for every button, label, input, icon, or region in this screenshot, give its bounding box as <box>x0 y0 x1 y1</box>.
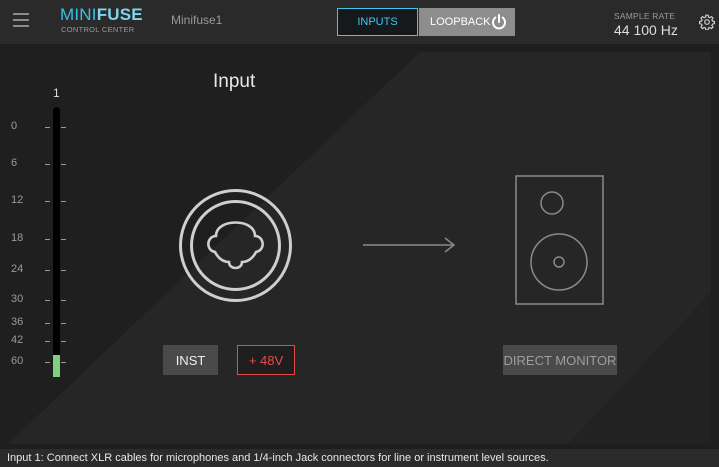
top-bar: MINIFUSE CONTROL CENTER Minifuse1 INPUTS… <box>0 0 719 44</box>
device-name: Minifuse1 <box>171 13 223 27</box>
gear-icon[interactable] <box>699 14 715 30</box>
status-bar: Input 1: Connect XLR cables for micropho… <box>0 449 719 467</box>
meter-tick <box>45 362 50 363</box>
meter-tick <box>45 323 50 324</box>
meter-scale-label: 42 <box>11 334 24 346</box>
meter-tick <box>61 239 66 240</box>
meter-tick <box>61 270 66 271</box>
meter-tick <box>61 341 66 342</box>
xlr-combo-jack-icon <box>179 189 292 302</box>
meter-tick <box>61 362 66 363</box>
meter-scale-label: 0 <box>11 120 18 132</box>
logo-mini: MINI <box>60 5 97 24</box>
input-title: Input <box>213 71 256 92</box>
level-meter-fill <box>53 355 60 377</box>
tab-inputs-label: INPUTS <box>357 16 398 28</box>
meter-scale-label: 60 <box>11 355 24 367</box>
power-icon <box>492 14 506 30</box>
meter-tick <box>45 300 50 301</box>
input-panel <box>8 52 711 444</box>
hamburger-menu-icon[interactable] <box>13 13 29 27</box>
meter-tick <box>45 127 50 128</box>
meter-scale-label: 6 <box>11 157 18 169</box>
logo-fuse: FUSE <box>96 5 143 24</box>
speaker-monitor-icon <box>515 175 604 305</box>
meter-tick <box>61 164 66 165</box>
meter-tick <box>61 127 66 128</box>
meter-scale-label: 18 <box>11 232 24 244</box>
tab-inputs[interactable]: INPUTS <box>337 8 418 36</box>
meter-scale-label: 12 <box>11 194 24 206</box>
meter-tick <box>61 300 66 301</box>
inst-button[interactable]: INST <box>163 345 218 375</box>
meter-tick <box>61 201 66 202</box>
meter-tick <box>45 270 50 271</box>
meter-scale-label: 36 <box>11 316 24 328</box>
meter-tick <box>61 323 66 324</box>
sample-rate-value[interactable]: 44 100 Hz <box>614 22 678 38</box>
meter-tick <box>45 341 50 342</box>
sample-rate-label: SAMPLE RATE <box>614 11 676 21</box>
panel-background <box>8 52 711 444</box>
channel-number: 1 <box>53 86 60 100</box>
meter-scale-label: 24 <box>11 263 24 275</box>
tab-loopback[interactable]: LOOPBACK <box>419 8 515 36</box>
meter-tick <box>45 164 50 165</box>
meter-scale-label: 30 <box>11 293 24 305</box>
meter-tick <box>45 239 50 240</box>
logo-subtitle: CONTROL CENTER <box>61 25 135 34</box>
arrow-right-icon <box>363 237 456 253</box>
level-meter <box>53 107 60 377</box>
phantom-power-button[interactable]: + 48V <box>237 345 295 375</box>
meter-tick <box>45 201 50 202</box>
app-logo: MINIFUSE CONTROL CENTER <box>60 5 143 38</box>
tab-loopback-label: LOOPBACK <box>430 16 491 28</box>
direct-monitor-button[interactable]: DIRECT MONITOR <box>503 345 617 375</box>
